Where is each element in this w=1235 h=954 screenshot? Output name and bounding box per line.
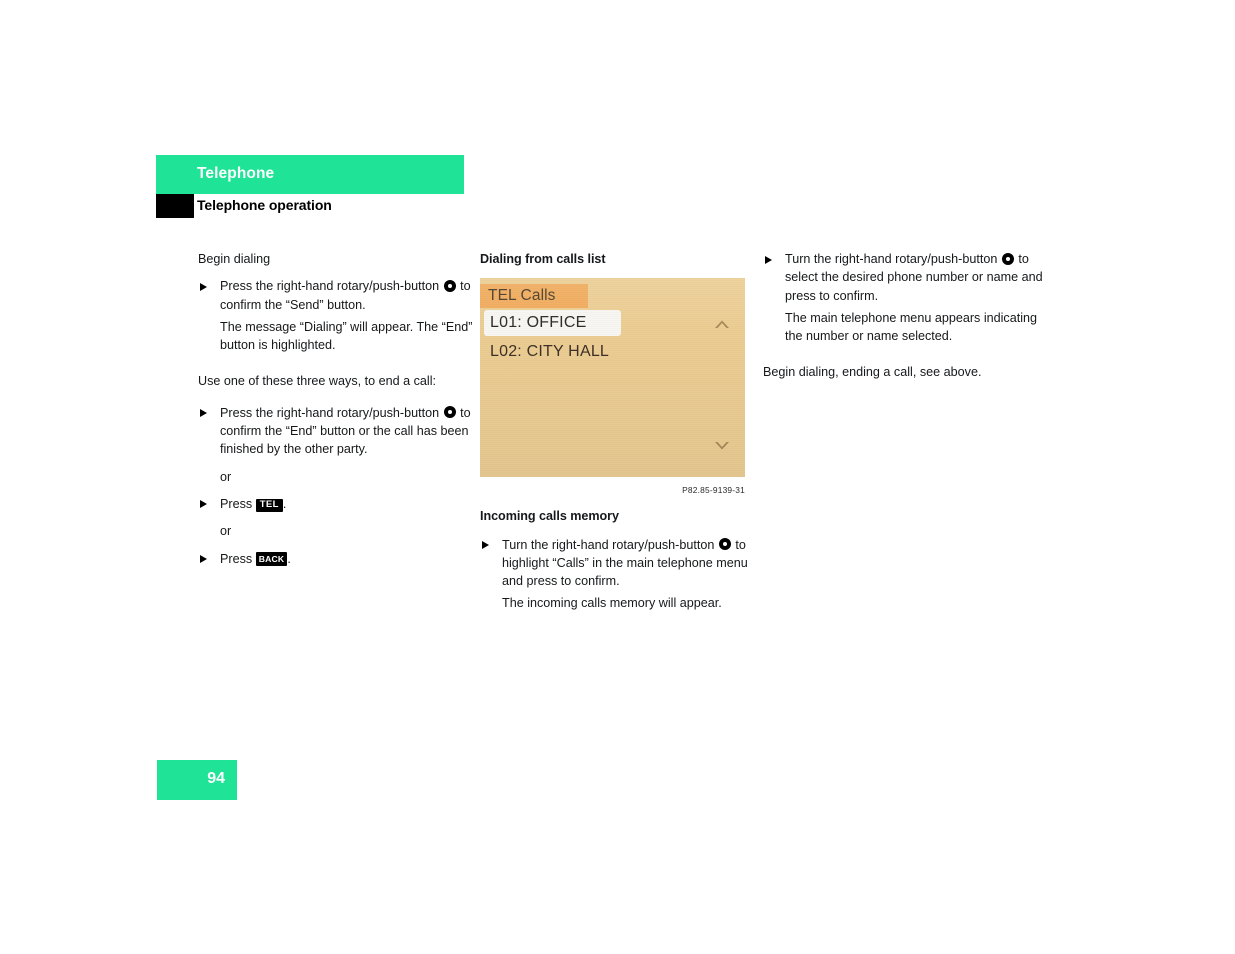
- section-header-row: Telephone operation: [156, 194, 464, 219]
- middle-subhead-incoming-calls-memory: Incoming calls memory: [480, 509, 619, 524]
- page-number: 94: [207, 770, 225, 787]
- right-bullet-1-text-before: Turn the right-hand rotary/push-button: [785, 252, 1001, 266]
- middle-subhead-dialing-from-calls-list: Dialing from calls list: [480, 252, 606, 266]
- column-middle: Dialing from calls list TEL Calls L01: O…: [480, 250, 762, 622]
- lcd-figure: TEL Calls L01: OFFICE L02: CITY HALL P82…: [480, 278, 745, 495]
- manual-page: Telephone Telephone operation Begin dial…: [0, 0, 1235, 954]
- scroll-up-arrow-icon: [713, 319, 731, 329]
- rotary-push-button-icon: [443, 279, 456, 292]
- right-note-2: Begin dialing, ending a call, see above.: [763, 365, 982, 380]
- left-bullet-2-text-before: Press the right-hand rotary/push-button: [220, 405, 443, 420]
- left-bullet-3: Press TEL.: [198, 495, 480, 513]
- column-right: Turn the right-hand rotary/push-button t…: [763, 250, 1045, 391]
- left-bullet-1: Press the right-hand rotary/push-button …: [198, 277, 480, 314]
- column-left: Begin dialing Press the right-hand rotar…: [198, 250, 480, 568]
- left-note-1: The message “Dialing” will appear. The “…: [220, 319, 473, 353]
- left-bullet-2: Press the right-hand rotary/push-button …: [198, 404, 480, 459]
- bullet-triangle-icon: [200, 409, 207, 418]
- left-bullet-4-text-after: .: [287, 551, 291, 566]
- back-key-icon: BACK: [255, 552, 288, 567]
- bullet-triangle-icon: [200, 500, 207, 509]
- scroll-down-arrow-icon: [713, 441, 731, 451]
- tel-key-icon: TEL: [255, 498, 283, 512]
- right-note-1: The main telephone menu appears indicati…: [785, 310, 1038, 344]
- middle-bullet-1: Turn the right-hand rotary/push-button t…: [480, 536, 762, 591]
- left-or-1: or: [220, 469, 232, 484]
- chapter-title: Telephone: [197, 165, 275, 182]
- page-number-box: 94: [157, 760, 237, 800]
- lcd-screen: TEL Calls L01: OFFICE L02: CITY HALL: [480, 278, 745, 478]
- bullet-triangle-icon: [765, 255, 772, 264]
- chapter-header-band: Telephone: [156, 155, 464, 194]
- left-bullet-3-text-before: Press: [220, 496, 256, 511]
- bullet-triangle-icon: [482, 541, 489, 550]
- lcd-row-1-label: L01: OFFICE: [490, 314, 587, 332]
- left-bullet-1-text-before: Press the right-hand rotary/push-button: [220, 279, 443, 294]
- figure-credit-code: P82.85-9139-31: [682, 485, 745, 496]
- left-bullet-4-text-before: Press: [220, 551, 256, 566]
- section-marker-square: [156, 194, 194, 218]
- rotary-push-button-icon: [1001, 252, 1014, 265]
- rotary-push-button-icon: [718, 538, 731, 551]
- lcd-row-2-label: L02: CITY HALL: [490, 343, 610, 361]
- left-bullet-3-text-after: .: [282, 496, 287, 511]
- section-title: Telephone operation: [197, 197, 332, 213]
- lcd-title-text: TEL Calls: [488, 287, 556, 305]
- middle-note-1: The incoming calls memory will appear.: [502, 596, 722, 611]
- left-lead-2: Use one of these three ways, to end a ca…: [198, 374, 437, 389]
- bullet-triangle-icon: [200, 282, 207, 291]
- right-bullet-1: Turn the right-hand rotary/push-button t…: [763, 250, 1045, 305]
- left-bullet-4: Press BACK.: [198, 550, 480, 568]
- left-or-2: or: [220, 524, 232, 539]
- middle-bullet-1-text-before: Turn the right-hand rotary/push-button: [502, 537, 718, 552]
- bullet-triangle-icon: [200, 555, 207, 564]
- rotary-push-button-icon: [443, 406, 456, 419]
- left-lead-text: Begin dialing: [198, 252, 271, 266]
